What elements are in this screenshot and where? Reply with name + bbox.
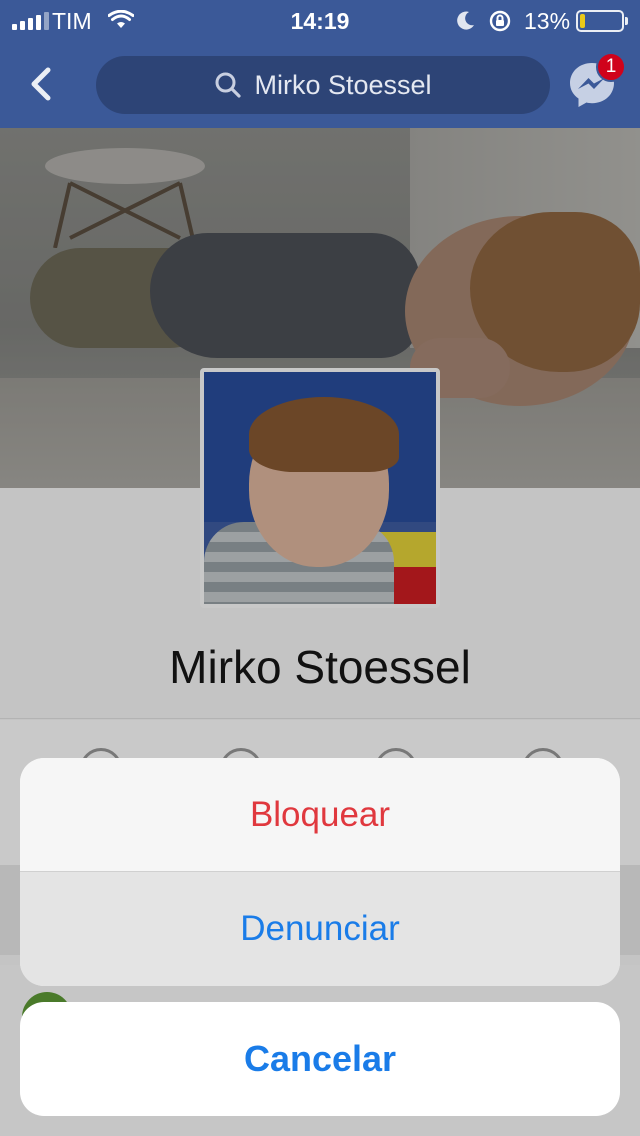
rotation-lock-icon (489, 10, 511, 32)
battery-icon (576, 10, 624, 32)
action-sheet: Bloquear Denunciar (20, 758, 620, 986)
battery-tip (625, 17, 628, 25)
battery-level-fill (580, 14, 585, 28)
messenger-unread-badge: 1 (596, 52, 626, 82)
chevron-left-icon[interactable] (26, 62, 56, 106)
avatar-dim-overlay (204, 372, 436, 604)
profile-name: Mirko Stoessel (169, 641, 471, 693)
search-query-text: Mirko Stoessel (254, 69, 432, 100)
cancel-button[interactable]: Cancelar (20, 1002, 620, 1116)
do-not-disturb-moon-icon (457, 11, 474, 30)
report-button[interactable]: Denunciar (20, 872, 620, 986)
block-button[interactable]: Bloquear (20, 758, 620, 872)
status-bar: TIM 14:19 13% (0, 0, 640, 40)
profile-picture[interactable] (200, 368, 440, 608)
divider (0, 718, 640, 719)
search-icon (215, 72, 242, 98)
battery-percentage: 13% (524, 8, 571, 34)
navigation-bar: Mirko Stoessel 1 (0, 40, 640, 128)
search-field[interactable]: Mirko Stoessel (96, 56, 550, 114)
